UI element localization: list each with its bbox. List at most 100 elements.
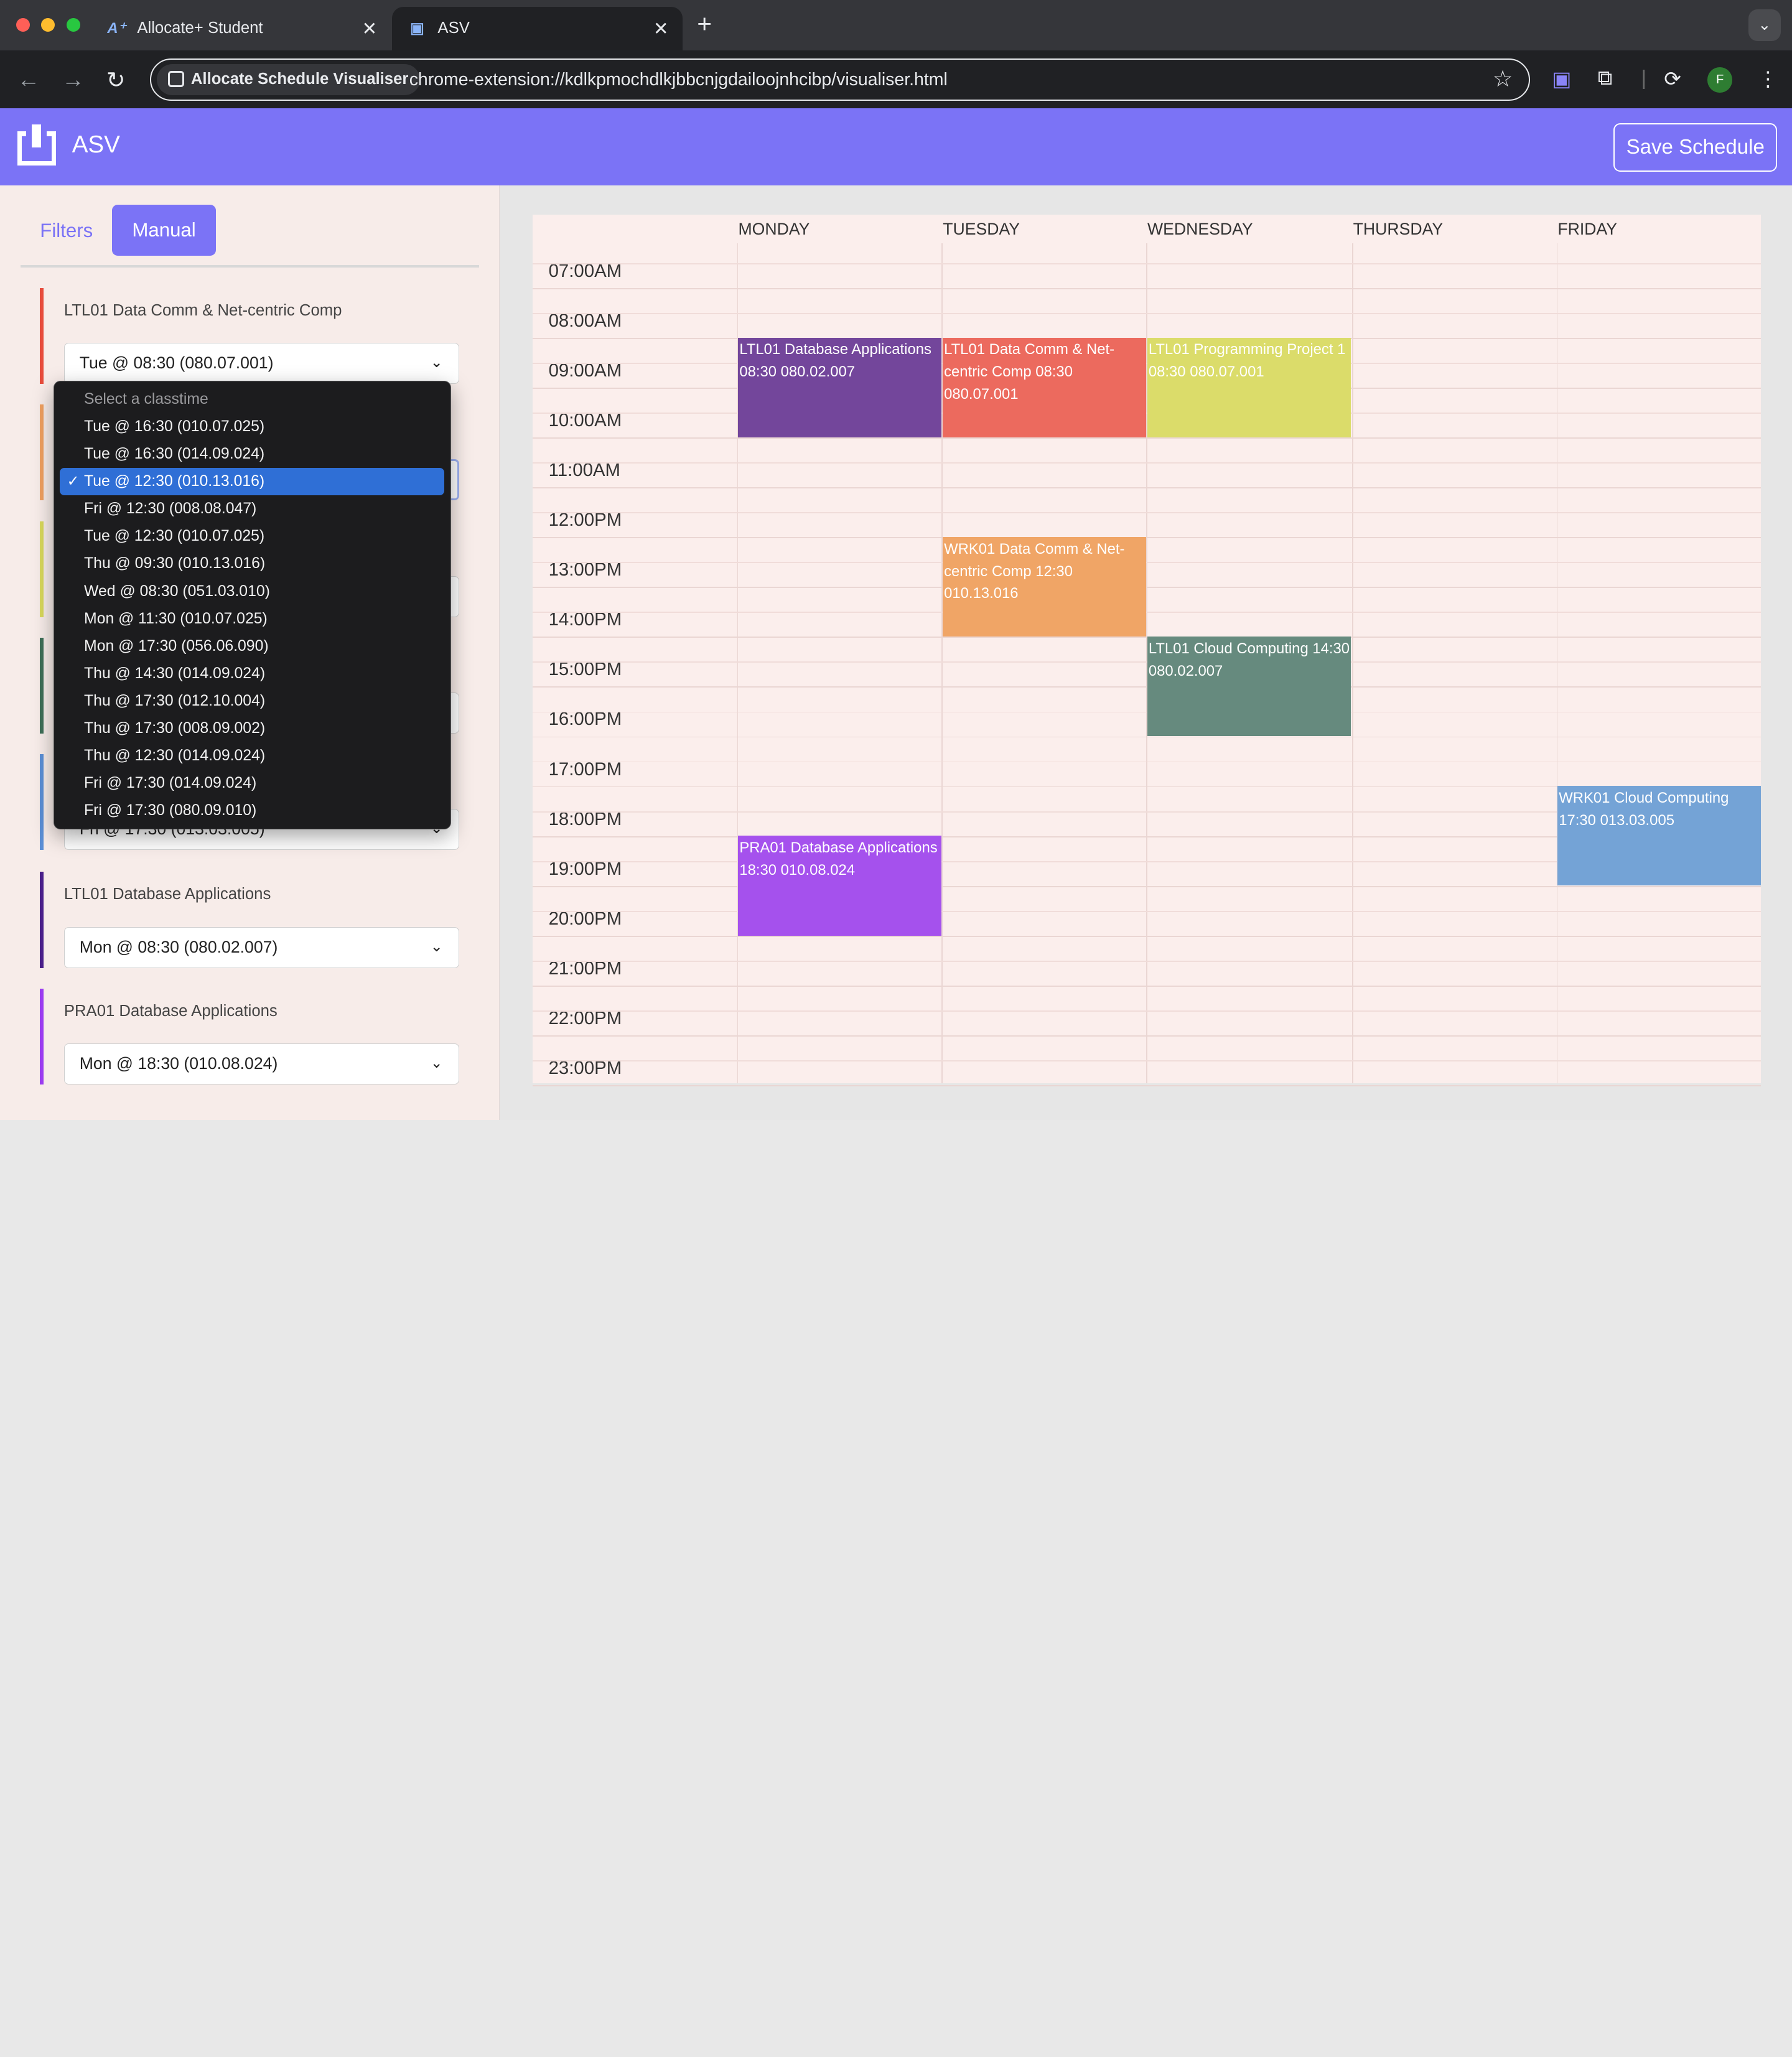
dropdown-option[interactable]: Thu @ 09:30 (010.13.016) [60,550,444,577]
app-title: ASV [72,131,120,159]
option-label: Tue @ 16:30 (010.07.025) [84,418,265,436]
close-tab-icon[interactable]: ✕ [362,18,377,40]
half-hour-gridline [532,312,1762,314]
asv-extension-icon[interactable]: ▣ [1552,67,1571,91]
course-color-bar [40,404,44,501]
calendar-event[interactable]: LTL01 Programming Project 1 08:30 080.07… [1147,337,1351,437]
hour-gridline [532,1085,1762,1086]
calendar-event[interactable]: LTL01 Cloud Computing 14:30 080.02.007 [1147,637,1351,737]
dropdown-option[interactable]: Mon @ 11:30 (010.07.025) [60,605,444,633]
option-label: Thu @ 17:30 (012.10.004) [84,692,266,709]
option-label: Tue @ 12:30 (010.07.025) [84,528,265,545]
toolbar-divider: | [1641,66,1647,90]
tab-manual[interactable]: Manual [111,204,217,256]
hour-gridline [532,487,1762,488]
option-label: Mon @ 17:30 (056.06.090) [84,637,269,655]
tab-title: ASV [437,19,470,37]
calendar-event[interactable]: LTL01 Database Applications 08:30 080.02… [738,337,942,437]
course-name: LTL01 Data Comm & Net-centric Comp [63,301,342,319]
close-window-button[interactable] [16,18,30,32]
extension-chip[interactable]: Allocate Schedule Visualiser [156,64,420,95]
classtime-select[interactable]: Mon @ 18:30 (010.08.024) ⌄ [63,1043,460,1084]
dropdown-option[interactable]: Thu @ 12:30 (014.09.024) [60,742,444,770]
chevron-down-icon: ⌄ [430,938,443,955]
day-header-tuesday: TUESDAY [943,219,1020,238]
dropdown-option[interactable]: Mon @ 17:30 (056.06.090) [60,633,444,660]
tab-title: Allocate+ Student [137,19,263,37]
performance-icon[interactable]: ⟳ [1664,67,1681,91]
profile-avatar[interactable]: F [1707,67,1733,93]
reload-icon[interactable]: ↻ [106,67,126,93]
hour-gridline [532,1035,1762,1037]
course-color-bar [40,521,44,617]
option-label: Thu @ 12:30 (014.09.024) [84,747,266,764]
classtime-select[interactable]: Tue @ 08:30 (080.07.001) ⌄ [63,342,460,385]
allocate-plus-icon: A⁺ [107,20,126,37]
asv-icon: ▣ [410,20,424,37]
course-color-bar [40,637,44,734]
forward-arrow-icon[interactable]: → [62,67,85,93]
course-color-bar [40,988,44,1084]
calendar-event[interactable]: PRA01 Database Applications 18:30 010.08… [738,836,942,936]
checkmark-icon: ✓ [67,473,80,490]
minimize-window-button[interactable] [41,18,55,32]
browser-tab-allocate[interactable]: A⁺ Allocate+ Student ✕ [91,7,391,50]
half-hour-gridline [532,612,1762,613]
close-tab-icon[interactable]: ✕ [653,18,669,40]
hour-gridline [532,885,1762,887]
dropdown-option[interactable]: Fri @ 12:30 (008.08.047) [60,495,444,523]
calendar-event[interactable]: LTL01 Data Comm & Net-centric Comp 08:30… [943,337,1147,437]
select-value: Tue @ 08:30 (080.07.001) [79,353,274,372]
option-label: Thu @ 09:30 (010.13.016) [84,555,266,572]
save-schedule-button[interactable]: Save Schedule [1613,123,1778,172]
half-hour-gridline [532,761,1762,763]
option-label: Thu @ 14:30 (014.09.024) [84,665,266,682]
hour-gridline [532,985,1762,987]
dropdown-option[interactable]: Thu @ 17:30 (008.09.002) [60,715,444,742]
option-label: Tue @ 12:30 (010.13.016) [84,473,265,490]
bookmark-star-icon[interactable]: ☆ [1493,65,1513,92]
dropdown-option[interactable]: ✓ Tue @ 12:30 (010.13.016) [60,468,444,496]
dropdown-option[interactable]: Wed @ 08:30 (051.03.010) [60,578,444,605]
half-hour-gridline [532,562,1762,564]
hour-gridline [532,287,1762,289]
back-arrow-icon[interactable]: ← [17,67,40,93]
tab-filters[interactable]: Filters [40,220,93,242]
classtime-dropdown-menu: Select a classtime Tue @ 16:30 (010.07.0… [54,380,452,830]
classtime-select[interactable]: Mon @ 08:30 (080.02.007) ⌄ [63,926,460,968]
browser-tab-asv[interactable]: ▣ ASV ✕ [391,7,683,50]
hour-gridline [532,587,1762,589]
dropdown-option[interactable]: Thu @ 17:30 (012.10.004) [60,688,444,715]
option-label: Wed @ 08:30 (051.03.010) [84,582,270,600]
hour-gridline [532,736,1762,738]
calendar-event[interactable]: WRK01 Data Comm & Net-centric Comp 12:30… [943,536,1147,637]
half-hour-gridline [532,1060,1762,1061]
hour-gridline [532,437,1762,439]
option-label: Fri @ 17:30 (080.09.010) [84,802,257,819]
browser-tab-strip: A⁺ Allocate+ Student ✕ ▣ ASV ✕ + ⌄ [0,0,1792,50]
tab-search-chevron-icon[interactable]: ⌄ [1748,9,1781,42]
dropdown-option[interactable]: Fri @ 17:30 (014.09.024) [60,770,444,797]
more-menu-icon[interactable]: ⋮ [1758,67,1778,91]
half-hour-gridline [532,910,1762,912]
half-hour-gridline [532,263,1762,264]
new-tab-icon[interactable]: + [697,9,712,39]
calendar-event[interactable]: WRK01 Cloud Computing 17:30 013.03.005 [1557,786,1762,886]
dropdown-option[interactable]: Thu @ 14:30 (014.09.024) [60,660,444,688]
dropdown-option[interactable]: Tue @ 16:30 (010.07.025) [60,413,444,441]
day-header-thursday: THURSDAY [1353,219,1444,238]
browser-toolbar: ← → ↻ Allocate Schedule Visualiser chrom… [0,50,1792,109]
url-text[interactable]: chrome-extension://kdlkpmochdlkjbbcnjgda… [409,70,948,90]
half-hour-gridline [532,462,1762,464]
course-color-bar [40,754,44,851]
address-bar[interactable]: Allocate Schedule Visualiser chrome-exte… [149,58,1531,101]
option-label: Thu @ 17:30 (008.09.002) [84,719,266,737]
extensions-puzzle-icon[interactable]: ⧉ [1598,67,1613,90]
maximize-window-button[interactable] [66,18,80,32]
dropdown-option[interactable]: Tue @ 16:30 (014.09.024) [60,441,444,468]
course-ltl01-database: LTL01 Database Applications Mon @ 08:30 … [40,872,474,968]
dropdown-placeholder: Select a classtime [84,390,208,408]
dropdown-option[interactable]: Fri @ 17:30 (080.09.010) [60,797,444,824]
dropdown-option[interactable]: Tue @ 12:30 (010.07.025) [60,523,444,550]
day-header-monday: MONDAY [738,219,810,238]
